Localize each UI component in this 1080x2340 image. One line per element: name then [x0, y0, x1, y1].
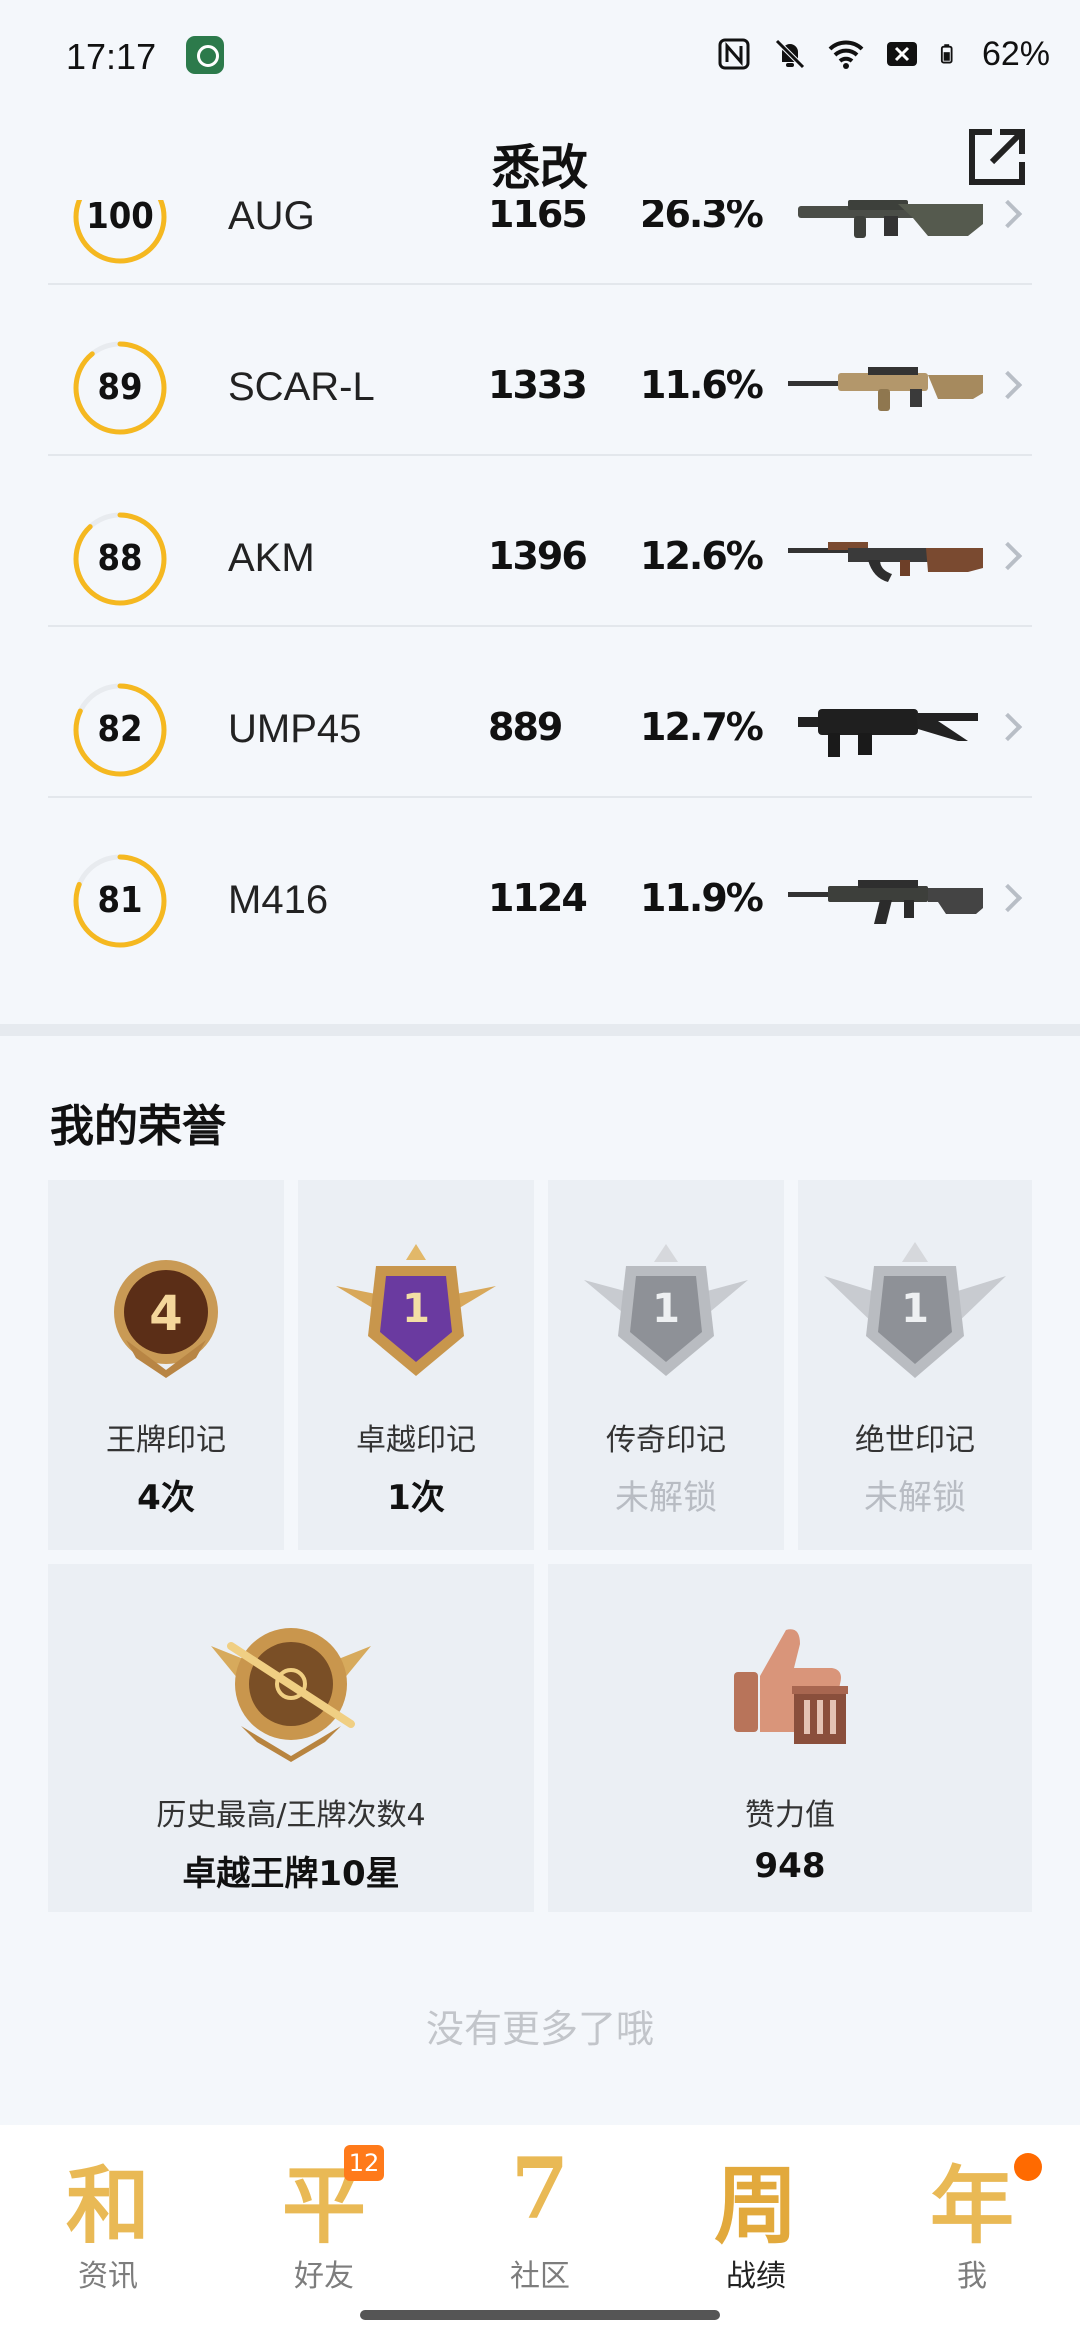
honor-label: 王牌印记 [106, 1423, 226, 1458]
status-icons: 62% [716, 32, 1050, 76]
weapon-kills: 1396 [488, 534, 588, 578]
section-divider [0, 1024, 1080, 1036]
tab-label: 资讯 [78, 2259, 138, 2294]
weapon-score-ring [73, 683, 167, 777]
honor-value: 4次 [137, 1478, 195, 1518]
m416-rifle-icon [788, 880, 983, 924]
honor-value: 卓越王牌10星 [182, 1854, 400, 1894]
no-sim-icon [886, 42, 917, 66]
honor-value: 948 [754, 1846, 826, 1886]
records-tab-icon: 周 [713, 2156, 799, 2255]
chevron-right-icon [993, 200, 1023, 229]
excellent-mark-emblem-icon: 1 [336, 1244, 496, 1376]
weapon-rate: 26.3% [640, 200, 764, 236]
honor-label: 绝世印记 [855, 1423, 975, 1458]
weapon-kills: 1124 [488, 876, 588, 920]
tab-friends[interactable]: 平 12 好友 [216, 2139, 432, 2309]
status-time: 17:17 [66, 36, 157, 77]
tab-label: 社区 [510, 2259, 570, 2294]
peerless-mark-number: 1 [901, 1286, 929, 1332]
honor-card-highest-rank[interactable]: 历史最高/王牌次数4 卓越王牌10星 [48, 1564, 534, 1912]
tab-me[interactable]: 年 我 [864, 2139, 1080, 2309]
weapon-row[interactable]: 88 AKM 1396 12.6% [48, 456, 1032, 627]
weapon-rate: 11.9% [640, 876, 764, 920]
honor-value: 未解锁 [615, 1478, 717, 1518]
honors-section-title: 我的荣誉 [50, 1101, 226, 1152]
peerless-mark-emblem-icon: 1 [824, 1242, 1006, 1378]
honor-card-excellent-mark[interactable]: 1 卓越印记 1次 [298, 1180, 534, 1550]
honor-label: 历史最高/王牌次数4 [156, 1798, 426, 1833]
weapon-row[interactable]: 100 AUG 1165 26.3% [48, 200, 1032, 285]
weapon-rate: 12.7% [640, 705, 764, 749]
honor-card-likes[interactable]: 赞力值 948 [548, 1564, 1032, 1912]
tab-records[interactable]: 周 战绩 [648, 2139, 864, 2309]
weapon-row[interactable]: 82 UMP45 889 12.7% [48, 627, 1032, 798]
weapon-score-ring [73, 854, 167, 948]
tab-label: 我 [957, 2259, 987, 2294]
page-title: 悉改 [491, 140, 588, 196]
legend-mark-emblem-icon: 1 [584, 1244, 748, 1376]
weapon-kills: 1333 [488, 363, 588, 407]
weapon-row[interactable]: 89 SCAR-L 1333 11.6% [48, 285, 1032, 456]
chevron-right-icon [993, 370, 1023, 400]
tab-label: 好友 [294, 2259, 354, 2294]
honor-label: 卓越印记 [356, 1423, 476, 1458]
tab-community[interactable]: 7 社区 [432, 2139, 648, 2309]
weapon-list: 100 AUG 1165 26.3% 89 SCAR-L 1333 11.6% [48, 200, 1032, 1030]
thumbs-up-icon [734, 1629, 848, 1744]
weapon-name: UMP45 [228, 707, 362, 751]
ace-mark-number: 4 [149, 1286, 182, 1342]
honor-value: 1次 [387, 1478, 445, 1518]
weapon-row[interactable]: 81 M416 1124 11.9% [48, 798, 1032, 969]
weapon-kills: 889 [488, 705, 563, 749]
news-tab-icon: 和 [65, 2156, 151, 2255]
ump45-smg-icon [798, 709, 978, 757]
community-tab-icon: 7 [510, 2139, 570, 2238]
tab-label: 战绩 [726, 2259, 786, 2294]
nfc-icon [718, 38, 750, 70]
home-indicator[interactable] [360, 2310, 720, 2320]
scar-l-rifle-icon [788, 367, 983, 411]
friends-badge: 12 [344, 2145, 384, 2181]
chevron-right-icon [993, 712, 1023, 742]
weapon-rate: 11.6% [640, 363, 764, 407]
honor-card-legend-mark[interactable]: 1 传奇印记 未解锁 [548, 1180, 784, 1550]
weapon-name: AUG [228, 200, 315, 238]
honor-label: 赞力值 [745, 1798, 835, 1833]
chevron-right-icon [993, 541, 1023, 571]
battery-percent: 62% [981, 34, 1050, 73]
notification-dot [1014, 2153, 1042, 2181]
status-bar: 17:17 62% [0, 0, 1080, 110]
excellent-mark-number: 1 [402, 1286, 430, 1332]
honor-card-ace-mark[interactable]: 4 王牌印记 4次 [48, 1180, 284, 1550]
no-more-text: 没有更多了哦 [425, 2007, 654, 2051]
akm-rifle-icon [788, 542, 983, 582]
legend-mark-number: 1 [652, 1286, 680, 1332]
weapon-name: M416 [228, 878, 329, 922]
weapon-score-ring [73, 512, 167, 606]
weapon-score-ring [73, 341, 167, 435]
tab-news[interactable]: 和 资讯 [0, 2139, 216, 2309]
rank-emblem-icon [211, 1628, 371, 1762]
share-external-icon[interactable] [964, 124, 1030, 190]
mute-bell-icon [775, 39, 805, 69]
wifi-icon [828, 40, 864, 69]
me-tab-icon: 年 [929, 2156, 1015, 2255]
weapon-name: AKM [228, 536, 315, 580]
battery-icon [940, 44, 953, 64]
bottom-tab-bar: 和 资讯 平 12 好友 7 社区 周 战绩 年 我 [0, 2125, 1080, 2340]
chevron-right-icon [993, 883, 1023, 913]
honor-card-peerless-mark[interactable]: 1 绝世印记 未解锁 [798, 1180, 1032, 1550]
weapon-kills: 1165 [488, 200, 588, 236]
ace-mark-emblem-icon: 4 [114, 1260, 218, 1378]
weapon-name: SCAR-L [228, 365, 375, 409]
weapon-rate: 12.6% [640, 534, 764, 578]
weapon-score-ring [73, 200, 167, 264]
honor-label: 传奇印记 [606, 1423, 726, 1458]
aug-rifle-icon [798, 200, 983, 238]
app-notification-icon [186, 36, 224, 74]
honor-value: 未解锁 [864, 1478, 966, 1518]
